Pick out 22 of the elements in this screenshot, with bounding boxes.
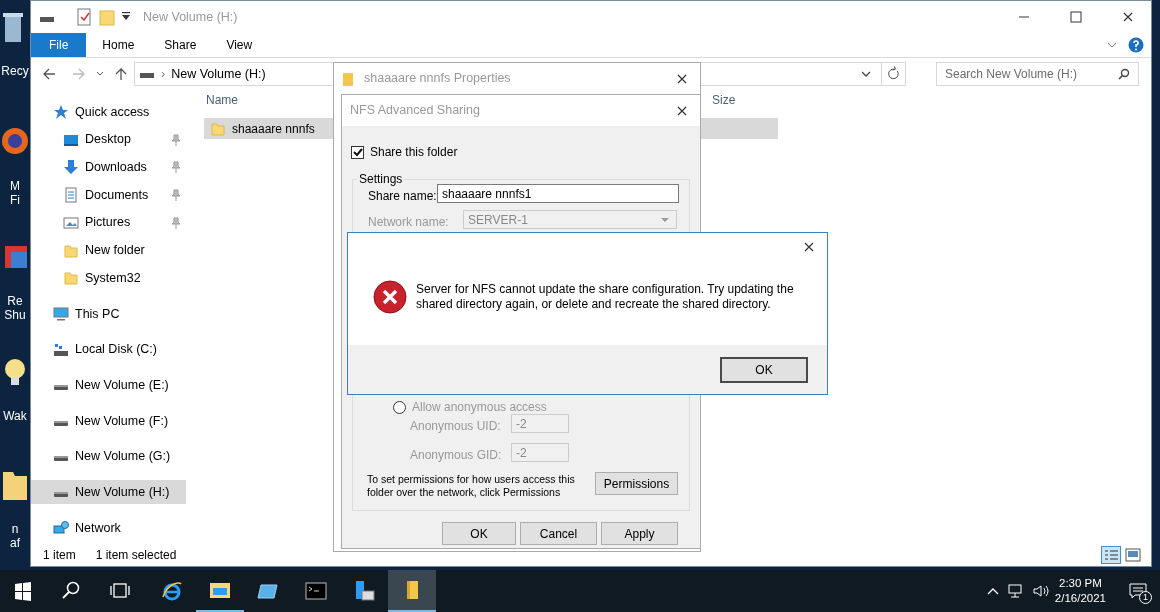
desktop-icon-label: n af: [10, 522, 20, 550]
field-label: Anonymous UID:: [410, 418, 501, 435]
permissions-text: To set permissions for how users access this folder over the network, click Permissions: [367, 473, 576, 499]
dialog-title: shaaaare nnnfs Properties: [364, 70, 511, 88]
status-text: 1 item selected: [95, 547, 177, 564]
field-label: Anonymous GID:: [410, 447, 502, 464]
window-title: New Volume (H:): [143, 8, 238, 26]
desktop-icon-label: M Fi: [10, 179, 20, 207]
desktop-icon-label: Recy: [1, 64, 29, 78]
desktop-icon-label: Wak: [3, 409, 27, 423]
status-text: 1 item: [43, 547, 76, 564]
dialog-title: NFS Advanced Sharing: [350, 102, 480, 120]
group-label: Settings: [357, 172, 405, 186]
notification-count: 1: [1139, 591, 1152, 604]
field-label: Network name:: [368, 214, 449, 231]
field-label: Share name:: [368, 188, 437, 205]
radio-label: Allow anonymous access: [412, 399, 547, 416]
error-message: Server for NFS cannot update the share configuration. Try updating the shared directory again, or delete and recreate the shared directory.: [416, 282, 795, 312]
checkbox-label: Share this folder: [370, 144, 458, 161]
breadcrumb-separator: ›: [161, 65, 166, 83]
address-text: New Volume (H:): [171, 65, 266, 83]
desktop-icon-label: Re Shu: [4, 294, 26, 322]
